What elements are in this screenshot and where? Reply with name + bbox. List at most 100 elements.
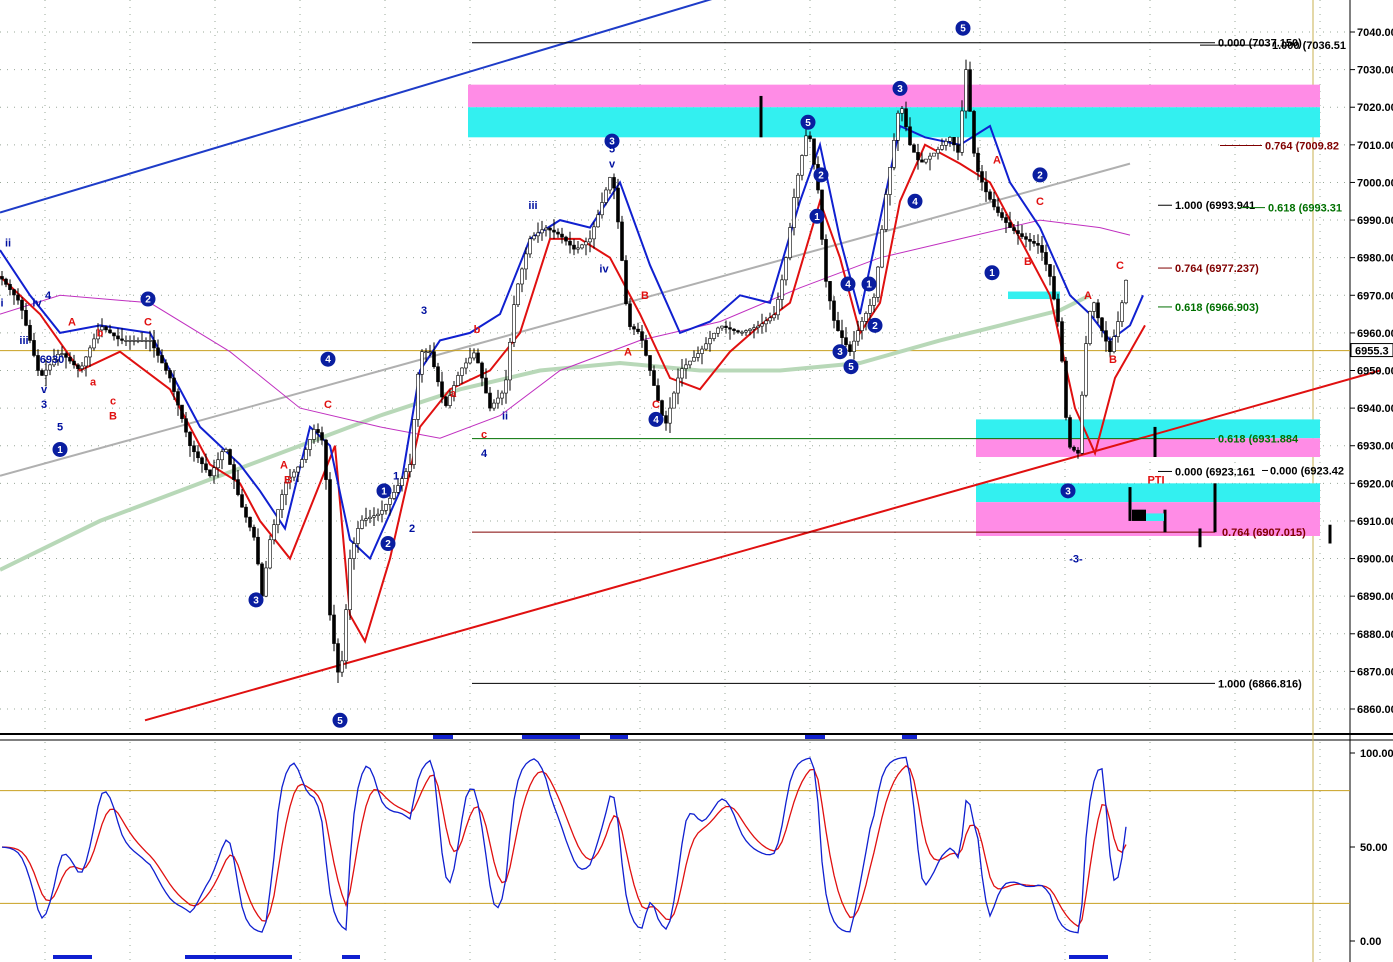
axis-tick-label: 7030.00: [1357, 65, 1393, 77]
candle-body: [1000, 212, 1004, 218]
candle-body: [832, 300, 836, 321]
wave-circle-label: 5: [805, 118, 811, 129]
wave-label: v: [609, 158, 616, 170]
candle-body: [124, 340, 128, 342]
candle-body: [716, 327, 720, 334]
candle-body: [304, 449, 308, 460]
axis-tick-label: 6930.00: [1357, 441, 1393, 453]
candle-body: [896, 112, 900, 141]
candle-body: [532, 235, 536, 240]
candle-body: [404, 471, 408, 479]
wave-label: B: [284, 474, 292, 486]
candle-body: [944, 141, 948, 146]
candle-body: [712, 332, 716, 339]
axis-tick-label: 7020.00: [1357, 102, 1393, 114]
candle-body: [436, 366, 440, 383]
candle-body: [224, 449, 228, 453]
candle-body: [0, 276, 4, 280]
candle-body: [536, 232, 540, 237]
candle-body: [912, 144, 916, 153]
candle-body: [892, 140, 896, 168]
wave-label: 5: [609, 143, 615, 155]
fib-label: 1.000 (7036.51: [1272, 40, 1346, 52]
candle-body: [784, 257, 788, 281]
signal-bar: [433, 735, 453, 739]
candle-body: [752, 327, 756, 330]
candle-body: [648, 355, 652, 371]
candle-body: [1092, 302, 1096, 312]
candle-body: [780, 279, 784, 300]
oscillator-panel: [0, 740, 1350, 962]
candle-body: [256, 536, 260, 565]
candle-body: [624, 260, 628, 305]
candle-body: [984, 181, 988, 193]
candle-body: [196, 451, 200, 459]
candle-body: [16, 294, 20, 301]
candle-body: [1036, 243, 1040, 246]
candle-body: [664, 415, 668, 424]
candle-body: [188, 431, 192, 447]
candle-body: [492, 402, 496, 409]
candle-body: [900, 108, 904, 114]
candle-body: [1040, 245, 1044, 253]
candle-body: [24, 310, 28, 326]
candle-body: [176, 391, 180, 406]
candle-body: [248, 516, 252, 528]
axis-tick-label: 6940.00: [1357, 403, 1393, 415]
wave-circle-label: 2: [145, 295, 151, 306]
axis-tick-label: 6960.00: [1357, 328, 1393, 340]
candle-body: [320, 432, 324, 441]
osc-tick-label: 100.00: [1360, 748, 1393, 760]
candle-body: [500, 392, 504, 399]
candle-body: [768, 317, 772, 322]
wave-label: v: [41, 384, 48, 396]
chart-canvas: 0.000 (7037.150)1.000 (7036.510.764 (700…: [0, 0, 1393, 962]
candle-body: [688, 360, 692, 366]
wave-label: B: [1109, 354, 1117, 366]
candle-body: [520, 268, 524, 285]
candle-body: [184, 418, 188, 433]
candle-body: [84, 356, 88, 367]
wave-label: 6930: [40, 354, 64, 366]
candle-body: [604, 189, 608, 203]
candle-body: [20, 299, 24, 311]
candle-body: [620, 221, 624, 261]
candle-body: [992, 199, 996, 208]
wave-label: b: [97, 328, 104, 340]
marker-block-cyan: [1146, 513, 1164, 521]
candle-body: [908, 126, 912, 146]
candle-body: [292, 471, 296, 478]
axis-tick-label: 6860.00: [1357, 704, 1393, 716]
candle-body: [796, 174, 800, 198]
wave-label: A: [68, 316, 76, 328]
candle-body: [1056, 298, 1060, 322]
candle-body: [928, 155, 932, 160]
candle-body: [704, 343, 708, 350]
candle-body: [936, 149, 940, 154]
candle-body: [120, 338, 124, 341]
candle-body: [1008, 222, 1012, 228]
fib-label: 1.000 (6993.941: [1175, 200, 1255, 212]
candle-body: [852, 340, 856, 352]
candle-body: [1116, 321, 1120, 337]
candle-body: [472, 352, 476, 359]
signal-bar: [342, 955, 360, 959]
wave-circle-label: 1: [57, 445, 63, 456]
candle-body: [1084, 343, 1088, 396]
candle-body: [1048, 264, 1052, 277]
wave-label: C: [652, 399, 660, 411]
signal-bar: [53, 955, 92, 959]
axis-tick-label: 7010.00: [1357, 140, 1393, 152]
candle-body: [280, 494, 284, 510]
candle-body: [560, 233, 564, 238]
candle-body: [40, 370, 44, 376]
wave-label: A: [1084, 290, 1092, 302]
candle-body: [384, 504, 388, 511]
signal-bar: [522, 735, 580, 739]
candle-body: [192, 445, 196, 453]
wave-circle-label: 5: [337, 716, 343, 727]
candle-body: [788, 227, 792, 258]
wave-circle-label: 1: [866, 279, 872, 290]
candle-body: [660, 400, 664, 416]
candle-body: [32, 340, 36, 356]
